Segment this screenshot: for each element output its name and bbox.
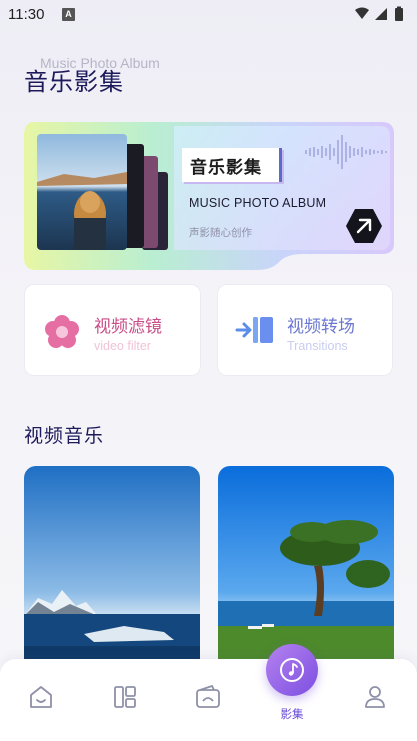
sound-wave-icon	[305, 135, 387, 169]
status-time: 11:30	[8, 6, 45, 23]
profile-icon[interactable]	[361, 683, 389, 711]
battery-icon	[395, 8, 403, 21]
album-tab-button[interactable]	[266, 644, 318, 696]
open-album-arrow-icon[interactable]	[345, 208, 383, 244]
sea-town-photo	[24, 466, 200, 676]
page-title: 音乐影集	[24, 68, 124, 96]
hero-subtitle: MUSIC PHOTO ALBUM	[189, 196, 327, 210]
card-title: 视频转场	[287, 317, 355, 337]
wifi-icon	[355, 7, 369, 19]
video-filter-card[interactable]: 视频滤镜 video filter	[24, 284, 201, 376]
hero-title-box: 音乐影集	[182, 148, 282, 182]
bottom-nav	[0, 659, 417, 741]
card-title: 视频滤镜	[94, 317, 162, 337]
card-subtitle: Transitions	[287, 339, 348, 353]
section-title: 视频音乐	[24, 425, 105, 447]
music-tile[interactable]	[24, 466, 200, 676]
transitions-card[interactable]: 视频转场 Transitions	[217, 284, 393, 376]
status-bar: 11:30 A	[0, 0, 417, 30]
transition-icon	[235, 317, 273, 343]
hero-title: 音乐影集	[190, 158, 262, 178]
card-subtitle: video filter	[94, 339, 151, 353]
hero-tagline: 声影随心创作	[189, 227, 252, 239]
wallet-icon[interactable]	[194, 683, 222, 711]
photo-stack	[37, 134, 168, 250]
status-icons	[355, 6, 403, 21]
music-note-icon	[280, 658, 304, 682]
signal-icon	[375, 8, 387, 20]
layout-icon[interactable]	[111, 683, 139, 711]
flower-icon	[45, 315, 79, 348]
notification-icon: A	[62, 8, 75, 21]
hero-banner[interactable]: 音乐影集 MUSIC PHOTO ALBUM 声影随心创作	[24, 122, 394, 272]
home-icon[interactable]	[27, 683, 55, 711]
album-tab-label: 影集	[280, 707, 304, 721]
